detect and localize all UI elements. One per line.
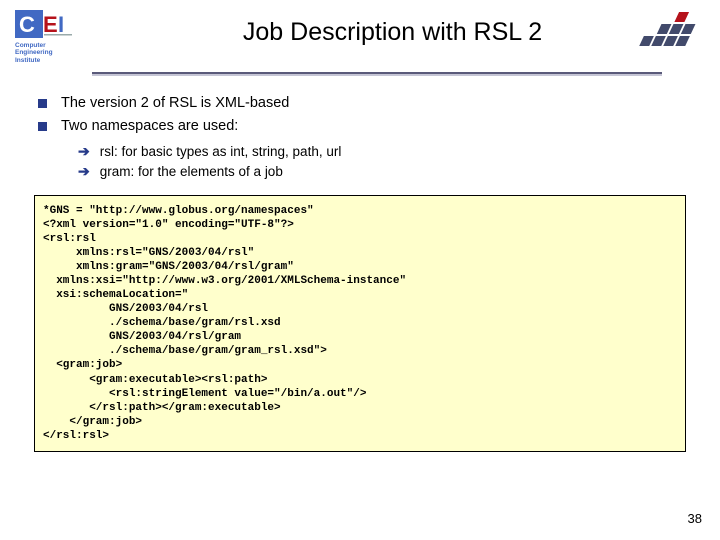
logo-line1: Computer [15, 42, 80, 49]
svg-text:I: I [58, 12, 64, 37]
header: C E I Computer Engineering Institute Job… [0, 0, 720, 64]
logo-text: Computer Engineering Institute [15, 42, 80, 64]
page-number: 38 [688, 511, 702, 526]
square-bullet-icon [38, 99, 47, 108]
bullet-item: The version 2 of RSL is XML-based [38, 94, 680, 114]
sub-bullet-item: ➔ rsl: for basic types as int, string, p… [78, 143, 680, 161]
logo: C E I Computer Engineering Institute [15, 10, 80, 64]
sub-list: ➔ rsl: for basic types as int, string, p… [78, 143, 680, 181]
svg-text:C: C [19, 12, 35, 37]
code-block: *GNS = "http://www.globus.org/namespaces… [34, 195, 686, 452]
logo-line2: Engineering [15, 49, 80, 56]
content: The version 2 of RSL is XML-based Two na… [0, 76, 720, 180]
bullet-item: Two namespaces are used: [38, 117, 680, 137]
sub-bullet-item: ➔ gram: for the elements of a job [78, 163, 680, 181]
square-bullet-icon [38, 122, 47, 131]
logo-mark: C E I [15, 10, 80, 40]
bullet-text: Two namespaces are used: [61, 117, 238, 137]
title-area: Job Description with RSL 2 [80, 10, 705, 47]
corner-decor-icon [630, 10, 705, 65]
svg-text:E: E [43, 12, 58, 37]
logo-line3: Institute [15, 57, 80, 64]
page-title: Job Description with RSL 2 [80, 18, 705, 47]
sub-bullet-text: gram: for the elements of a job [100, 163, 283, 181]
arrow-icon: ➔ [78, 163, 90, 180]
arrow-icon: ➔ [78, 143, 90, 160]
sub-bullet-text: rsl: for basic types as int, string, pat… [100, 143, 342, 161]
bullet-text: The version 2 of RSL is XML-based [61, 94, 289, 114]
